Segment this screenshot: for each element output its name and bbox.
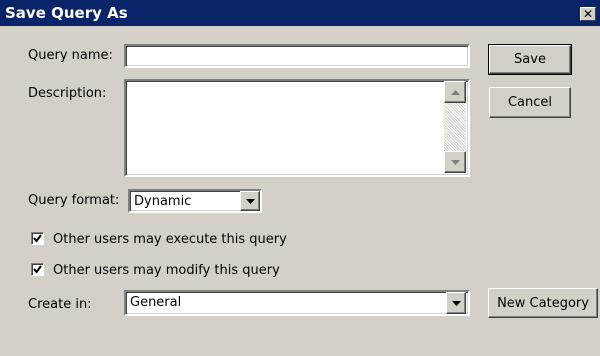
execute-checkbox-label[interactable]: Other users may execute this query <box>53 232 287 247</box>
checkmark-icon <box>33 265 42 274</box>
close-button[interactable]: ✕ <box>580 7 596 21</box>
cancel-button[interactable]: Cancel <box>489 87 571 118</box>
scroll-down-arrow-icon <box>450 159 460 165</box>
save-button[interactable]: Save <box>488 44 572 75</box>
modify-checkbox-label[interactable]: Other users may modify this query <box>53 263 280 278</box>
dropdown-arrow-icon <box>451 300 461 306</box>
query-format-label: Query format: <box>28 193 120 208</box>
query-format-select[interactable]: Dynamic <box>128 189 262 213</box>
query-name-label: Query name: <box>28 48 113 63</box>
description-label: Description: <box>28 86 107 101</box>
execute-checkbox[interactable] <box>31 232 44 245</box>
dropdown-arrow-icon <box>245 198 255 204</box>
checkmark-icon <box>33 234 42 243</box>
description-textarea[interactable] <box>124 79 470 177</box>
title-bar[interactable]: Save Query As ✕ <box>0 0 600 26</box>
scroll-up-button[interactable] <box>444 81 466 103</box>
scroll-down-button[interactable] <box>444 151 466 173</box>
create-in-value: General <box>130 295 182 310</box>
dialog-title: Save Query As <box>5 4 128 22</box>
create-in-dropdown-button[interactable] <box>446 292 466 314</box>
query-name-input[interactable] <box>124 44 470 68</box>
query-format-dropdown-button[interactable] <box>240 191 260 211</box>
create-in-select[interactable]: General <box>124 290 470 316</box>
modify-checkbox[interactable] <box>31 263 44 276</box>
close-icon: ✕ <box>582 7 594 21</box>
query-format-value: Dynamic <box>134 194 192 209</box>
scroll-track[interactable] <box>444 103 466 151</box>
scroll-up-arrow-icon <box>450 89 460 95</box>
create-in-label: Create in: <box>28 297 92 312</box>
save-query-dialog: Save Query As ✕ Query name: Description:… <box>0 0 600 356</box>
new-category-button[interactable]: New Category <box>488 288 598 318</box>
